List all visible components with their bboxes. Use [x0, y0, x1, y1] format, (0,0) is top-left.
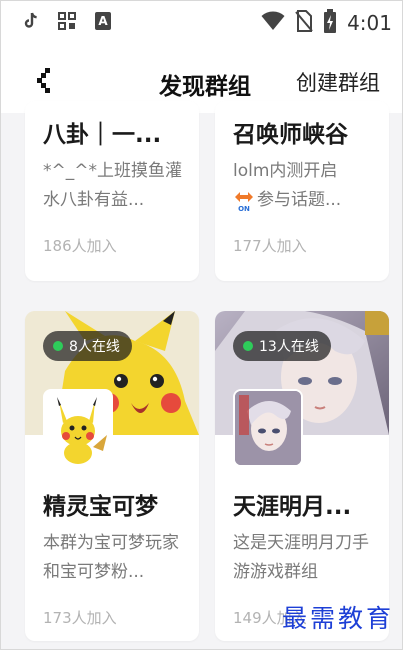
group-description: 本群为宝可梦玩家和宝可梦粉...: [43, 533, 179, 582]
online-count-text: 13人在线: [259, 339, 319, 355]
group-member-count: 177人加入: [233, 237, 307, 255]
group-description: lolm内测开启 ON 参与话题...: [233, 157, 377, 215]
tiktok-icon: [21, 11, 41, 31]
status-bar: A 4:01: [1, 1, 402, 47]
a-badge-icon: A: [93, 11, 113, 31]
back-arrow-icon: [37, 68, 50, 93]
online-count-text: 8人在线: [69, 339, 120, 355]
page-title: 发现群组: [159, 74, 251, 100]
group-description: *^_^*上班摸鱼灌水八卦有益...: [43, 161, 182, 210]
group-list: 八卦｜一... *^_^*上班摸鱼灌水八卦有益... 186人加入 召唤师峡谷 …: [1, 101, 402, 649]
online-count-badge: 13人在线: [233, 331, 331, 361]
group-card[interactable]: 8人在线 精灵宝可梦 本群为宝可梦玩家和宝可梦粉... 173人加入: [25, 311, 199, 641]
group-name: 天涯明月...: [233, 494, 352, 520]
group-member-count: 186人加入: [43, 237, 117, 255]
group-card[interactable]: 八卦｜一... *^_^*上班摸鱼灌水八卦有益... 186人加入: [25, 101, 199, 281]
group-member-count: 173人加入: [43, 609, 117, 627]
svg-text:A: A: [98, 14, 108, 28]
pikachu-avatar-image: [45, 391, 111, 465]
battery-charging-icon: [323, 9, 337, 37]
status-time: 4:01: [347, 11, 392, 35]
watermark-text: 最需教育: [281, 604, 394, 633]
group-description: 这是天涯明月刀手游游戏群组: [233, 533, 369, 582]
group-card[interactable]: 13人在线 天涯明月... 这是天涯明月刀手游游戏群组 149人加入: [215, 311, 389, 641]
group-avatar: [233, 389, 303, 467]
status-bar-right: 4:01: [261, 9, 392, 37]
online-dot-icon: [243, 341, 253, 351]
anime-avatar-image: [235, 391, 301, 465]
status-bar-left: A: [21, 11, 113, 31]
group-name: 召唤师峡谷: [233, 122, 348, 148]
no-sim-icon: [295, 10, 313, 36]
create-group-button[interactable]: 创建群组: [296, 67, 380, 97]
app-frame: A 4:01 发现群组 创建群组 八卦｜一... *^_^*上班摸鱼灌水八卦有益…: [0, 0, 403, 650]
group-name: 精灵宝可梦: [43, 494, 158, 520]
online-dot-icon: [53, 341, 63, 351]
group-name: 八卦｜一...: [43, 122, 162, 148]
topic-row: ON 参与话题...: [233, 186, 377, 215]
group-description-line: lolm内测开启: [233, 161, 338, 181]
wifi-icon: [261, 11, 285, 35]
qr-icon: [57, 11, 77, 31]
group-avatar: [43, 389, 113, 467]
group-description-line: 参与话题...: [257, 190, 342, 210]
back-button[interactable]: [29, 63, 65, 99]
topic-badge-icon: ON: [233, 189, 255, 213]
topic-badge-text: ON: [238, 205, 250, 213]
group-card[interactable]: 召唤师峡谷 lolm内测开启 ON 参与话题... 177人加入: [215, 101, 389, 281]
online-count-badge: 8人在线: [43, 331, 132, 361]
